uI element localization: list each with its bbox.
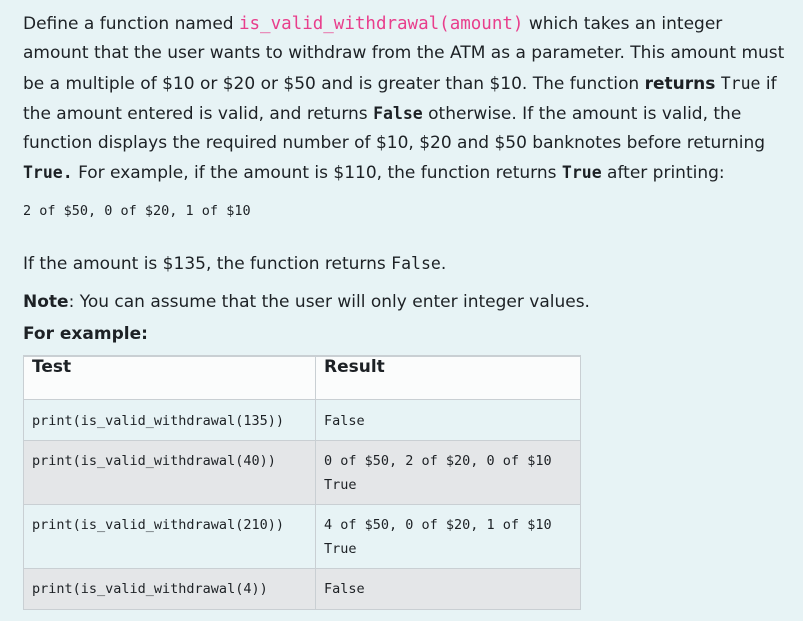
code-true: True. (23, 163, 73, 183)
note-label: Note (23, 292, 69, 313)
code-false: False (373, 103, 423, 123)
table-row: print(is_valid_withdrawal(210)) 4 of $50… (23, 504, 581, 569)
question-text: Define a function named is_valid_withdra… (23, 10, 788, 350)
result-cell: False (315, 399, 581, 441)
table-row: print(is_valid_withdrawal(135)) False (23, 399, 581, 441)
intro-text: after printing: (601, 163, 725, 184)
function-signature: is_valid_withdrawal(amount) (238, 14, 524, 34)
test-cell: print(is_valid_withdrawal(40)) (23, 440, 316, 505)
code-true: True (561, 163, 602, 183)
intro-text: Define a function named (23, 14, 239, 34)
note-paragraph: Note: You can assume that the user will … (23, 288, 788, 317)
result-cell: 0 of $50, 2 of $20, 0 of $10 True (315, 440, 581, 505)
test-cell: print(is_valid_withdrawal(210)) (23, 504, 316, 569)
code-false: False (391, 253, 441, 273)
intro-paragraph: Define a function named is_valid_withdra… (23, 10, 788, 189)
test-cell: print(is_valid_withdrawal(135)) (23, 399, 316, 441)
returns-bold: returns (644, 73, 716, 94)
table-row: print(is_valid_withdrawal(40)) 0 of $50,… (23, 440, 581, 505)
intro-text: For example, if the amount is $110, the … (72, 163, 562, 184)
for-example-heading: For example: (23, 324, 148, 345)
table-header-row: Test Result (23, 355, 581, 400)
examples-table: Test Result print(is_valid_withdrawal(13… (23, 355, 581, 610)
header-result: Result (315, 355, 581, 400)
note-text: : You can assume that the user will only… (68, 292, 590, 313)
result-cell: 4 of $50, 0 of $20, 1 of $10 True (315, 504, 581, 569)
code-true: True (720, 73, 761, 93)
example-output: 2 of $50, 0 of $20, 1 of $10 (23, 202, 251, 219)
table-row: print(is_valid_withdrawal(4)) False (23, 568, 581, 610)
result-cell: False (315, 568, 581, 610)
header-test: Test (23, 355, 316, 400)
invalid-example-paragraph: If the amount is $135, the function retu… (23, 253, 447, 274)
test-cell: print(is_valid_withdrawal(4)) (23, 568, 316, 610)
